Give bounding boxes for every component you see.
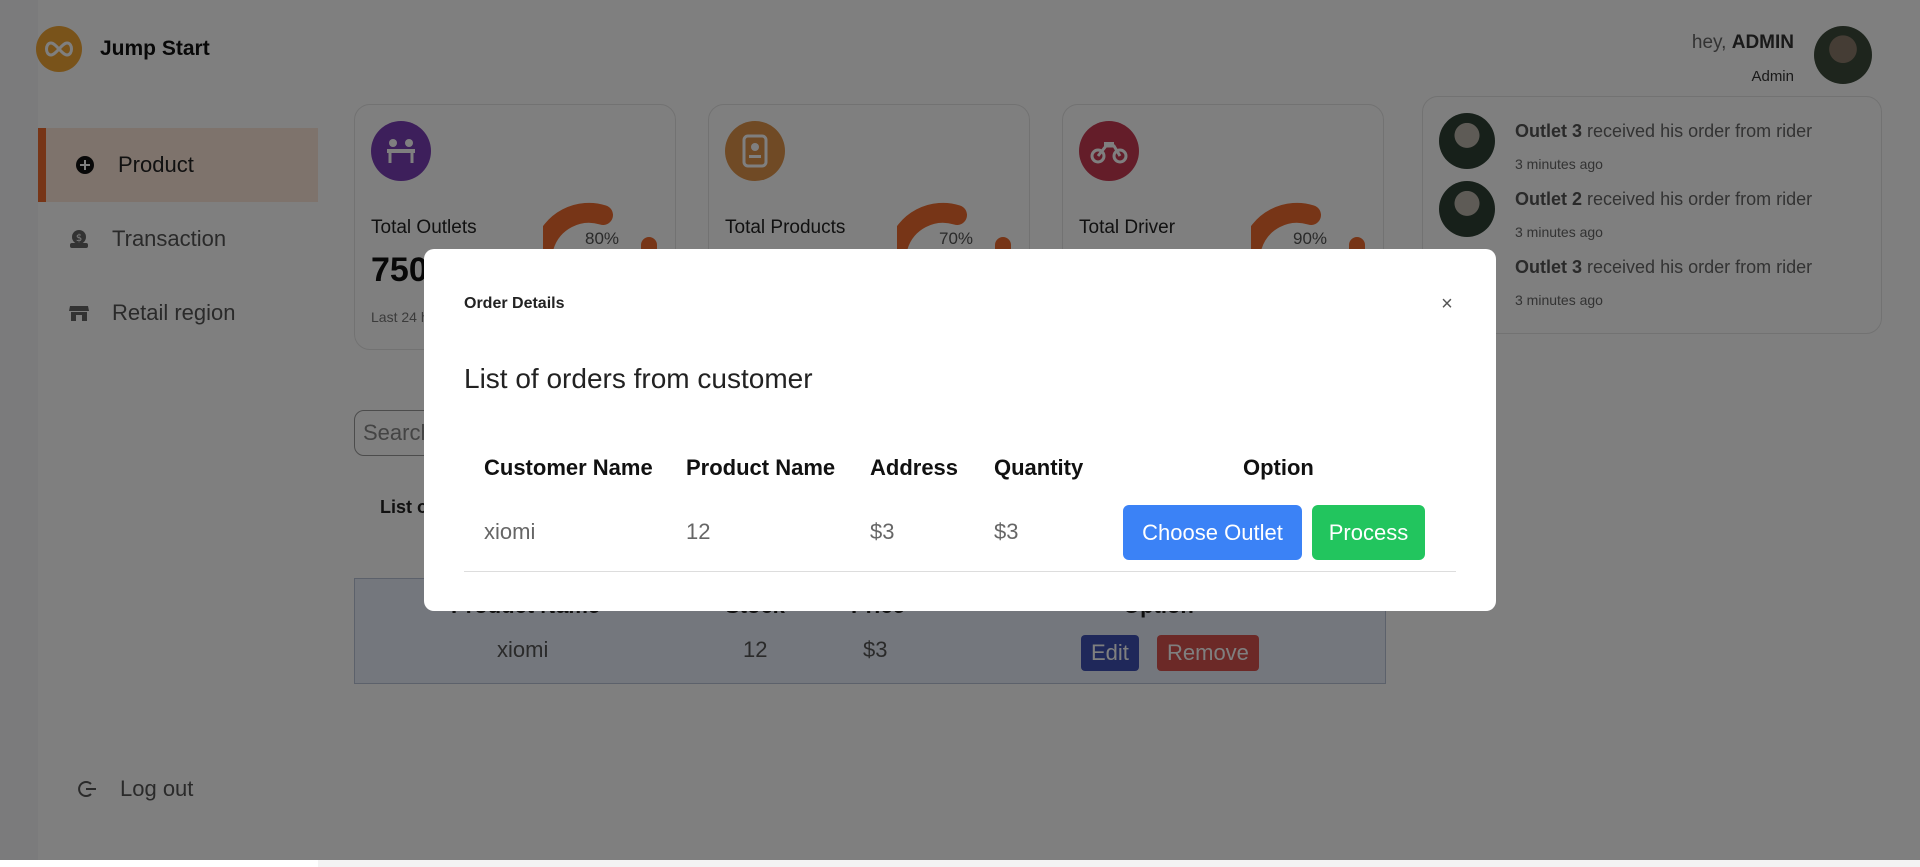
- order-details-modal: Order Details × List of orders from cust…: [424, 249, 1496, 611]
- modal-title: Order Details: [464, 295, 565, 312]
- product-name-cell: 12: [686, 519, 711, 544]
- column-header: Product Name: [686, 455, 836, 480]
- column-header: Customer Name: [484, 455, 653, 480]
- quantity-cell: $3: [994, 519, 1019, 544]
- table-divider: [464, 571, 1456, 572]
- process-button[interactable]: Process: [1312, 505, 1425, 560]
- modal-subtitle: List of orders from customer: [464, 363, 813, 394]
- close-icon[interactable]: ×: [1436, 293, 1458, 315]
- address-cell: $3: [870, 519, 895, 544]
- customer-name-cell: xiomi: [484, 519, 536, 544]
- column-header: Quantity: [994, 455, 1084, 480]
- bottom-strip: [0, 860, 1920, 867]
- app-root: Jump Start Product $ Transaction Retail …: [0, 0, 1920, 867]
- bottom-strip-left: [0, 860, 318, 867]
- choose-outlet-button[interactable]: Choose Outlet: [1123, 505, 1302, 560]
- column-header: Option: [1243, 455, 1314, 480]
- column-header: Address: [870, 455, 959, 480]
